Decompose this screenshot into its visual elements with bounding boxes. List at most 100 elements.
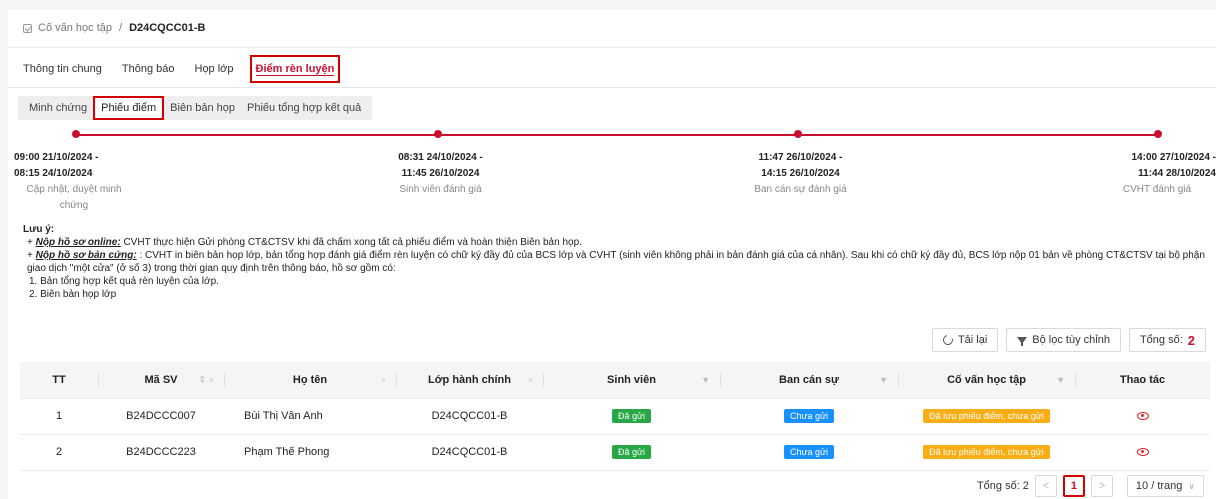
table-toolbar: Tải lại Bộ lọc tùy chỉnh Tổng số: 2: [931, 328, 1206, 352]
main-card: Cố vấn học tập / D24CQCC01-B Thông tin c…: [8, 10, 1216, 499]
cell-sinh-vien: Đã gửi: [543, 434, 720, 471]
note-title: Lưu ý:: [23, 224, 55, 235]
cell-thao-tac: [1075, 434, 1210, 471]
timeline-step-3: 11:47 26/10/2024 - 14:15 26/10/2024 Ban …: [738, 150, 863, 198]
col-thao-tac: Thao tác: [1075, 362, 1210, 399]
timeline-desc: Sinh viên đánh giá: [399, 184, 482, 195]
score-table: TT Mã SV ⇕ ⌕ Họ tên ⌕ Lớp hành chính ⌕ Sinh …: [20, 362, 1210, 471]
timeline-step-2: 08:31 24/10/2024 - 11:45 26/10/2024 Sinh…: [378, 150, 503, 198]
subtab-minh-chung[interactable]: Minh chứng: [23, 98, 93, 118]
timeline-end: 11:44 28/10/2024: [1138, 168, 1216, 179]
cell-sinh-vien: Đã gửi: [543, 398, 720, 435]
breadcrumb-separator: /: [119, 22, 123, 34]
status-badge: Chưa gửi: [783, 445, 835, 459]
search-icon[interactable]: ⌕: [209, 374, 214, 385]
tab-diem-ren-luyen[interactable]: Điểm rèn luyện: [249, 55, 341, 83]
cell-ho-ten: Phạm Thế Phong: [224, 434, 396, 471]
sort-icon[interactable]: ⇕: [198, 374, 206, 385]
next-page-button[interactable]: >: [1090, 475, 1113, 497]
cell-lop: D24CQCC01-B: [396, 434, 543, 471]
tab-thong-tin-chung[interactable]: Thông tin chung: [23, 63, 102, 75]
timeline-desc: CVHT đánh giá: [1122, 184, 1192, 195]
timeline-end: 08:15 24/10/2024: [14, 168, 93, 179]
timeline-line: [76, 134, 1158, 136]
cell-tt: 1: [20, 398, 98, 435]
pager-total: Tổng số: 2: [976, 480, 1029, 492]
status-badge: Đã gửi: [611, 409, 652, 423]
col-tt: TT: [20, 362, 98, 399]
cell-co-van: Đã lưu phiếu điểm, chưa gửi: [898, 434, 1075, 471]
subtab-phieu-tong-hop[interactable]: Phiếu tổng hợp kết quả: [241, 98, 367, 118]
table-row: 2 B24DCCC223 Phạm Thế Phong D24CQCC01-B …: [20, 434, 1210, 471]
custom-filter-button[interactable]: Bộ lọc tùy chỉnh: [1006, 328, 1121, 352]
cell-co-van: Đã lưu phiếu điểm, chưa gửi: [898, 398, 1075, 435]
timeline-desc: Ban cán sự đánh giá: [754, 184, 847, 195]
timeline-start: 11:47 26/10/2024 -: [758, 152, 843, 163]
timeline-dot: [794, 130, 802, 138]
note-item-2: 2. Biên bản họp lớp: [29, 289, 117, 300]
timeline-start: 09:00 21/10/2024 -: [14, 152, 99, 163]
cell-ma-sv: B24DCCC007: [98, 398, 224, 435]
timeline-dot: [72, 130, 80, 138]
note-line-online: + Nộp hồ sơ online: CVHT thực hiện Gửi p…: [27, 237, 582, 248]
status-badge: Đã gửi: [611, 445, 652, 459]
pagination: Tổng số: 2 < 1 > 10 / trang ∨: [977, 475, 1204, 497]
cell-ban-can-su: Chưa gửi: [720, 434, 898, 471]
status-badge: Đã lưu phiếu điểm, chưa gửi: [923, 409, 1050, 423]
tab-hop-lop[interactable]: Họp lớp: [195, 63, 234, 75]
breadcrumb-current: D24CQCC01-B: [129, 22, 206, 34]
page: Cố vấn học tập / D24CQCC01-B Thông tin c…: [0, 0, 1216, 499]
reload-button[interactable]: Tải lại: [931, 328, 999, 352]
table-header-row: TT Mã SV ⇕ ⌕ Họ tên ⌕ Lớp hành chính ⌕ Sinh …: [20, 362, 1210, 399]
search-icon[interactable]: ⌕: [528, 374, 533, 385]
status-badge: Đã lưu phiếu điểm, chưa gửi: [923, 445, 1050, 459]
table-row: 1 B24DCCC007 Bùi Thị Vân Anh D24CQCC01-B…: [20, 398, 1210, 435]
total-count: 2: [1187, 332, 1195, 348]
cell-thao-tac: [1075, 398, 1210, 435]
timeline-dot: [434, 130, 442, 138]
cell-tt: 2: [20, 434, 98, 471]
filter-icon[interactable]: ▼: [701, 375, 710, 385]
eye-icon[interactable]: [1136, 412, 1149, 421]
breadcrumb: Cố vấn học tập / D24CQCC01-B: [23, 22, 205, 34]
status-badge: Chưa gửi: [783, 409, 835, 423]
prev-page-button[interactable]: <: [1034, 475, 1057, 497]
filter-icon[interactable]: ▼: [879, 375, 888, 385]
subtab-phieu-diem[interactable]: Phiếu điểm: [93, 96, 165, 120]
note-line-hardcopy: + Nộp hồ sơ bản cứng: : CVHT in biên bản…: [27, 250, 1205, 274]
main-tabs: Thông tin chung Thông báo Họp lớp Điểm r…: [23, 54, 360, 84]
timeline-start: 14:00 27/10/2024 -: [1131, 152, 1216, 163]
subtab-bien-ban-hop[interactable]: Biên bản họp: [164, 98, 241, 118]
cell-ban-can-su: Chưa gửi: [720, 398, 898, 435]
divider: [8, 87, 1216, 88]
col-co-van[interactable]: Cố vấn học tập ▼: [898, 362, 1075, 399]
timeline-start: 08:31 24/10/2024 -: [398, 152, 483, 163]
tab-thong-bao[interactable]: Thông báo: [122, 63, 175, 75]
note-section: Lưu ý: + Nộp hồ sơ online: CVHT thực hiệ…: [23, 223, 1208, 301]
col-ho-ten[interactable]: Họ tên ⌕: [224, 362, 396, 399]
filter-icon: [1017, 336, 1028, 346]
reload-icon: [941, 333, 955, 347]
total-count-badge: Tổng số: 2: [1128, 328, 1206, 352]
cell-ma-sv: B24DCCC223: [98, 434, 224, 471]
checkbox-icon: [23, 23, 32, 33]
breadcrumb-root[interactable]: Cố vấn học tập: [38, 22, 112, 34]
cell-lop: D24CQCC01-B: [396, 398, 543, 435]
page-1-button[interactable]: 1: [1062, 475, 1085, 497]
eye-icon[interactable]: [1136, 448, 1149, 457]
timeline-step-1: 09:00 21/10/2024 - 08:15 24/10/2024 Cập …: [14, 150, 139, 214]
cell-ho-ten: Bùi Thị Vân Anh: [224, 398, 396, 435]
page-size-select[interactable]: 10 / trang ∨: [1126, 475, 1204, 497]
chevron-down-icon: ∨: [1188, 480, 1195, 491]
divider: [8, 47, 1216, 48]
sub-tabs: Minh chứng Phiếu điểm Biên bản họp Phiếu…: [18, 96, 373, 120]
col-lop[interactable]: Lớp hành chính ⌕: [396, 362, 543, 399]
col-ma-sv[interactable]: Mã SV ⇕ ⌕: [98, 362, 224, 399]
filter-icon[interactable]: ▼: [1056, 375, 1065, 385]
col-sinh-vien[interactable]: Sinh viên ▼: [543, 362, 720, 399]
col-ban-can-su[interactable]: Ban cán sự ▼: [720, 362, 898, 399]
note-item-1: 1. Bản tổng hợp kết quả rèn luyện của lớ…: [29, 276, 219, 287]
timeline-step-4: 14:00 27/10/2024 - 11:44 28/10/2024 CVHT…: [1098, 150, 1216, 198]
timeline-end: 14:15 26/10/2024: [761, 168, 840, 179]
search-icon[interactable]: ⌕: [381, 374, 386, 385]
